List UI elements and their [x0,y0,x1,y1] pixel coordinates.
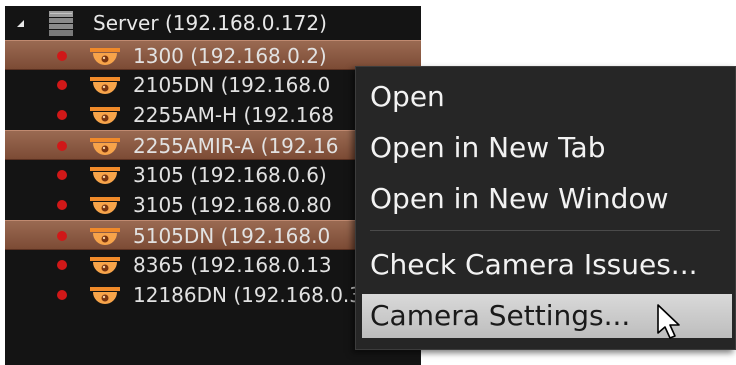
camera-label: 8365 (192.168.0.13 [133,253,332,277]
offline-status-icon [57,51,67,61]
offline-status-icon [57,110,67,120]
camera-label: 2105DN (192.168.0 [133,73,331,97]
dome-camera-icon [90,138,120,155]
offline-status-icon [57,170,67,180]
menu-item-check-camera-issues[interactable]: Check Camera Issues... [356,243,735,287]
dome-camera-icon [90,287,120,304]
mouse-pointer-icon [657,304,680,339]
server-label: Server (192.168.0.172) [93,11,327,35]
offline-status-icon [57,260,67,270]
dome-camera-icon [90,228,120,245]
camera-label: 12186DN (192.168.0.35) [133,283,383,307]
menu-item-open[interactable]: Open [356,75,735,119]
server-icon [49,11,73,36]
dome-camera-icon [90,77,120,94]
offline-status-icon [57,290,67,300]
menu-item-open-in-new-window[interactable]: Open in New Window [356,177,735,221]
camera-label: 2255AMIR-A (192.16 [133,134,339,158]
dome-camera-icon [90,197,120,214]
menu-separator [370,230,720,231]
offline-status-icon [57,80,67,90]
dome-camera-icon [90,257,120,274]
camera-label: 5105DN (192.168.0 [133,224,331,248]
expand-triangle-icon[interactable] [17,20,24,27]
camera-label: 3105 (192.168.0.80 [133,193,332,217]
offline-status-icon [57,141,67,151]
tree-row-server[interactable]: Server (192.168.0.172) [5,6,421,40]
camera-label: 1300 (192.168.0.2) [133,44,327,68]
camera-label: 3105 (192.168.0.6) [133,163,327,187]
camera-label: 2255AM-H (192.168 [133,103,334,127]
offline-status-icon [57,231,67,241]
dome-camera-icon [90,48,120,65]
dome-camera-icon [90,107,120,124]
dome-camera-icon [90,167,120,184]
menu-item-open-in-new-tab[interactable]: Open in New Tab [356,126,735,170]
offline-status-icon [57,200,67,210]
